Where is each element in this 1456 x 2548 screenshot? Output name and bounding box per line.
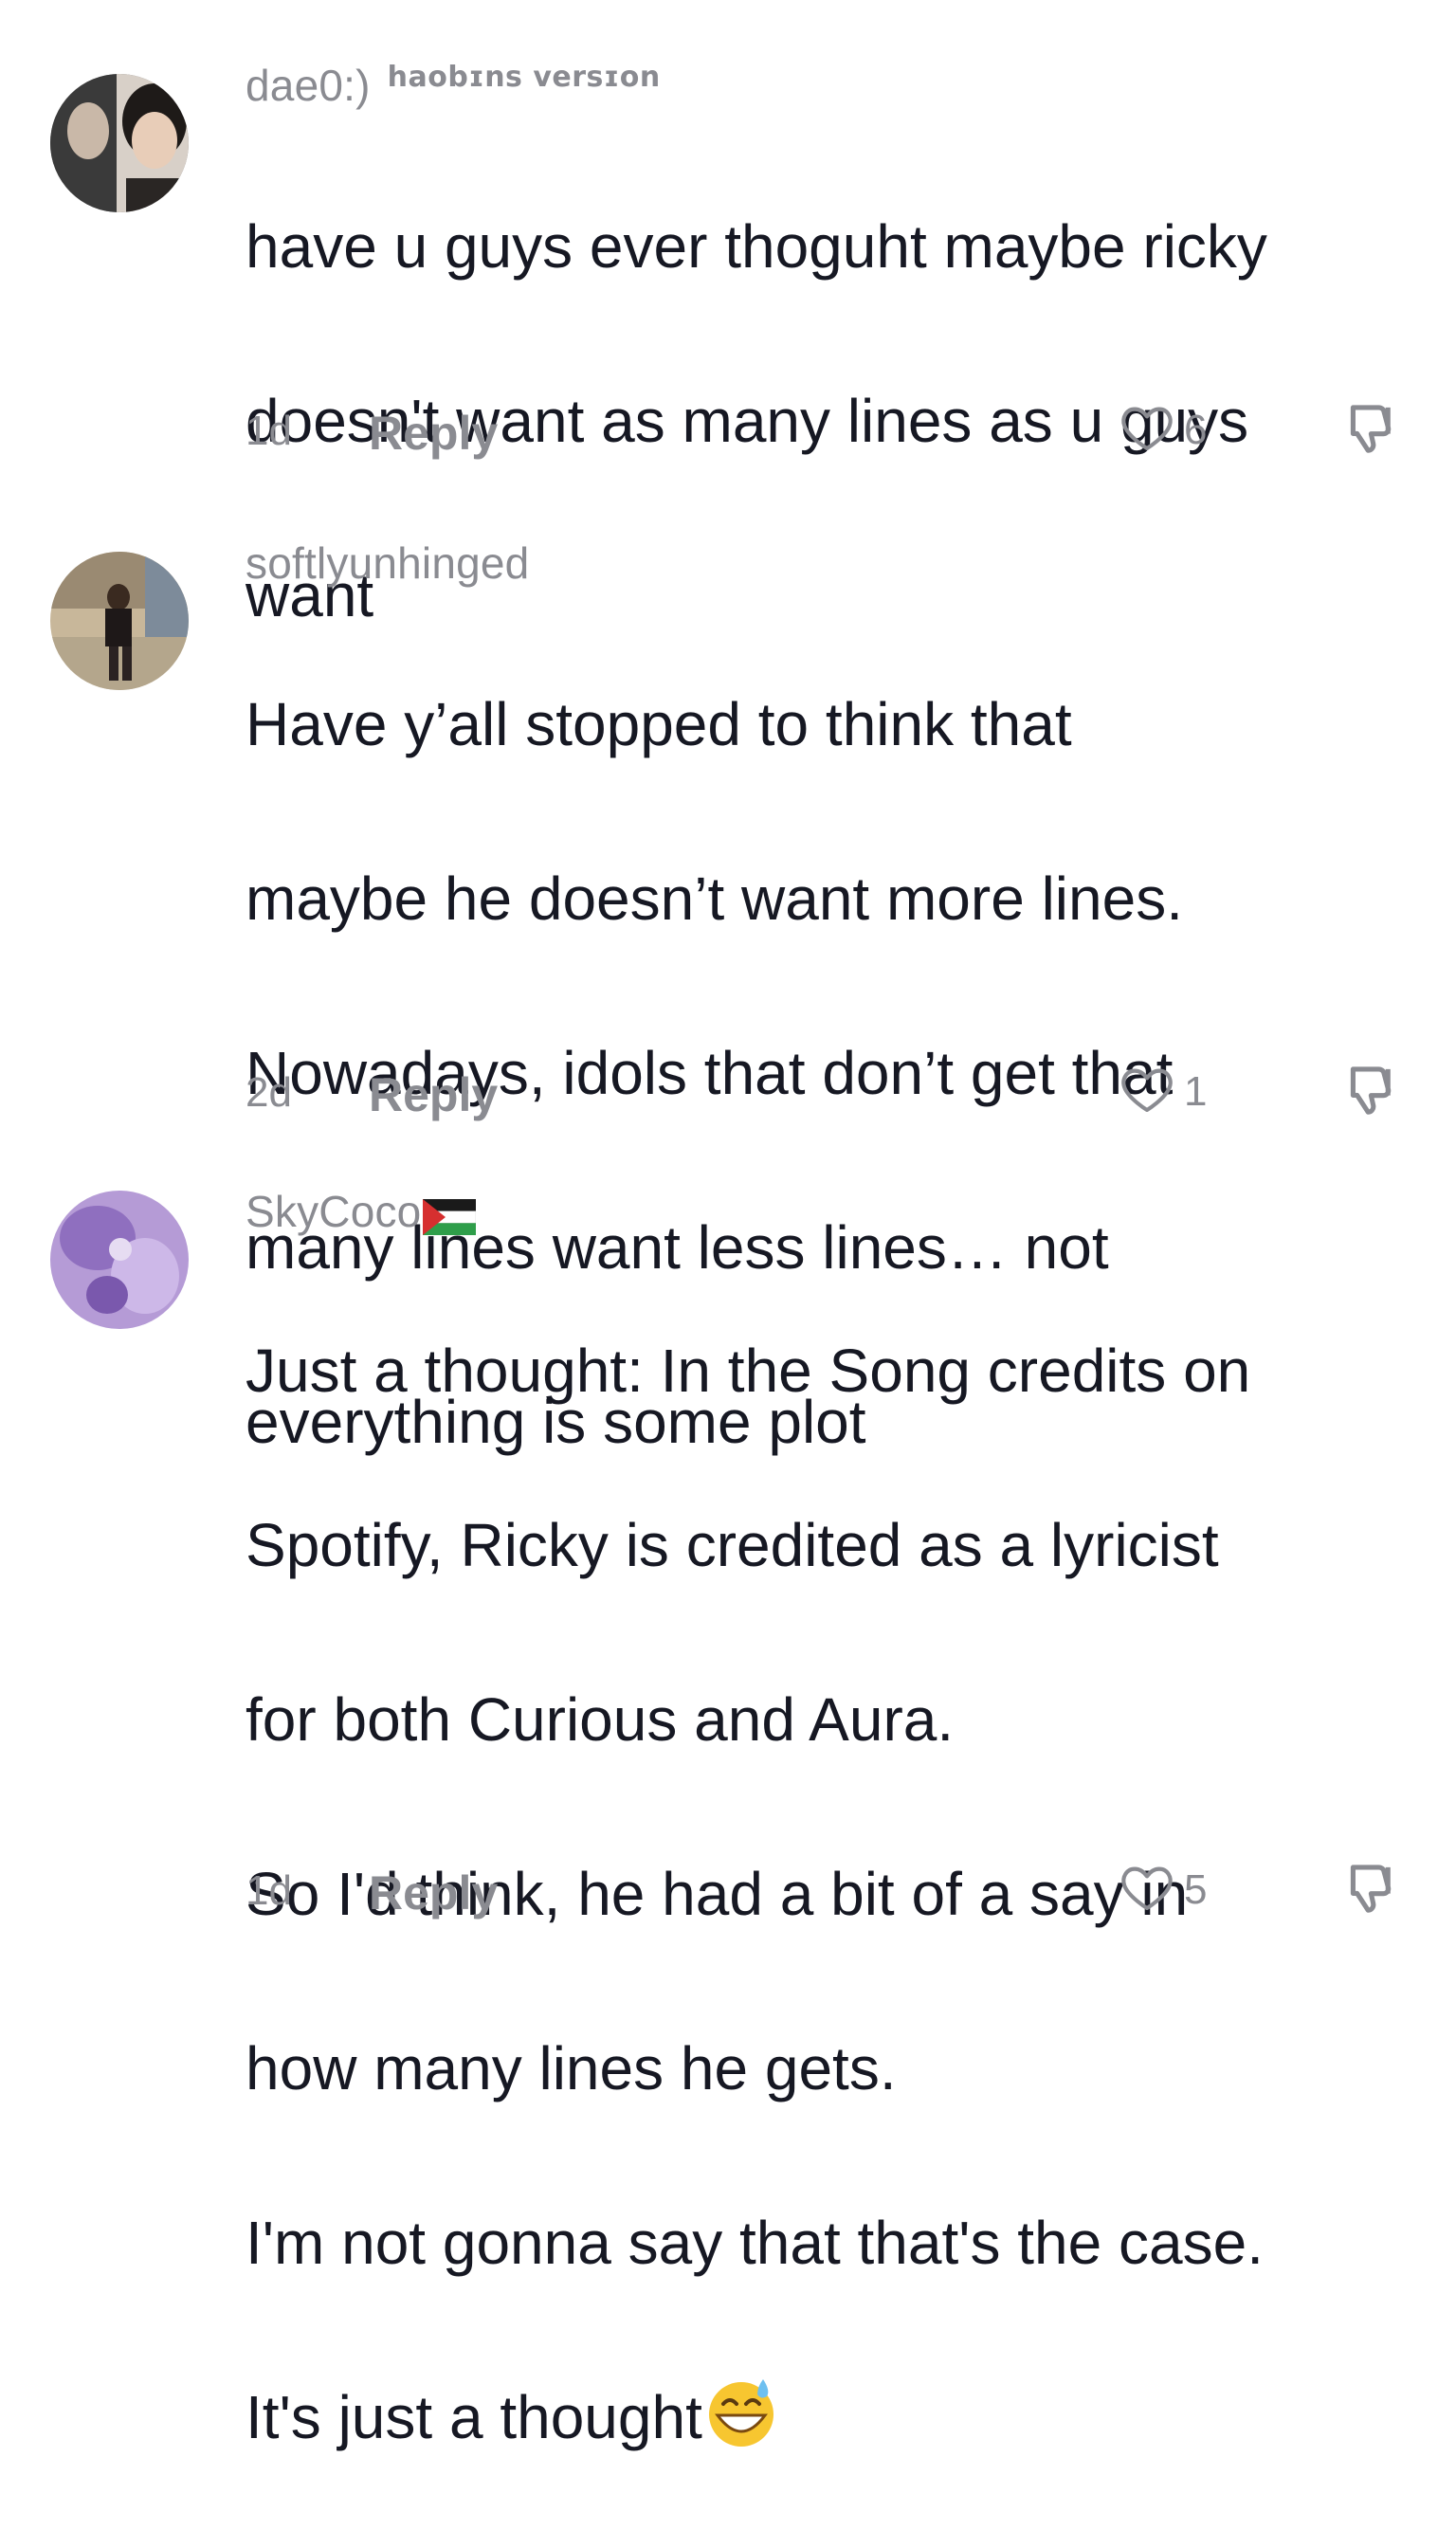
comment-text-line: Just a thought: In the Song credits on <box>246 1337 1251 1405</box>
timestamp: 2d <box>246 1069 292 1116</box>
reply-button[interactable]: Reply <box>369 1866 498 1920</box>
timestamp: 1d <box>246 1867 292 1914</box>
avatar[interactable] <box>50 74 189 212</box>
grinning-sweat-emoji-icon <box>704 2375 778 2449</box>
comment-text-line: maybe he doesn’t want more lines. <box>246 864 1183 933</box>
like-button[interactable]: 1 <box>1118 1060 1207 1123</box>
comment-actions: 1d Reply 5 <box>246 1858 1421 1924</box>
comment-text-line-text: It's just a thought <box>246 2383 702 2451</box>
comment-text-line: Have y’all stopped to think that <box>246 690 1072 758</box>
thumbs-down-icon <box>1336 1865 1400 1926</box>
reply-button[interactable]: Reply <box>369 1067 498 1122</box>
heart-icon <box>1118 1060 1176 1123</box>
comment-text-line: I'm not gonna say that that's the case. <box>246 2209 1264 2277</box>
like-button[interactable]: 6 <box>1118 398 1207 462</box>
comment-text-line: how many lines he gets. <box>246 2034 897 2102</box>
like-count: 5 <box>1184 1866 1208 1913</box>
like-count: 6 <box>1184 406 1208 453</box>
comment-text-line: Spotify, Ricky is credited as a lyricist <box>246 1511 1219 1579</box>
heart-icon <box>1118 1858 1176 1921</box>
heart-icon <box>1118 398 1176 462</box>
like-count: 1 <box>1184 1067 1208 1115</box>
timestamp: 1d <box>246 408 292 454</box>
username[interactable]: SkyCoco <box>246 1185 421 1238</box>
palestine-flag-icon <box>423 1199 477 1235</box>
reply-button[interactable]: Reply <box>369 406 498 461</box>
comment-text-line: have u guys ever thoguht maybe ricky <box>246 212 1267 281</box>
comment-text-line: It's just a thought <box>246 2374 1421 2461</box>
thumbs-down-icon <box>1336 405 1400 466</box>
thumbs-down-icon <box>1336 1066 1400 1128</box>
dislike-button[interactable] <box>1336 1858 1400 1927</box>
dislike-button[interactable] <box>1336 398 1400 467</box>
comment-text-line: for both Curious and Aura. <box>246 1685 955 1754</box>
dislike-button[interactable] <box>1336 1060 1400 1129</box>
username-suffix: haobɪns versɪon <box>387 61 661 94</box>
username[interactable]: dae0:) <box>246 59 371 112</box>
comment-actions: 1d Reply 6 <box>246 398 1421 464</box>
comment-actions: 2d Reply 1 <box>246 1060 1421 1126</box>
username[interactable]: softlyunhinged <box>246 537 529 590</box>
avatar[interactable] <box>50 1191 189 1329</box>
avatar[interactable] <box>50 552 189 690</box>
like-button[interactable]: 5 <box>1118 1858 1207 1921</box>
